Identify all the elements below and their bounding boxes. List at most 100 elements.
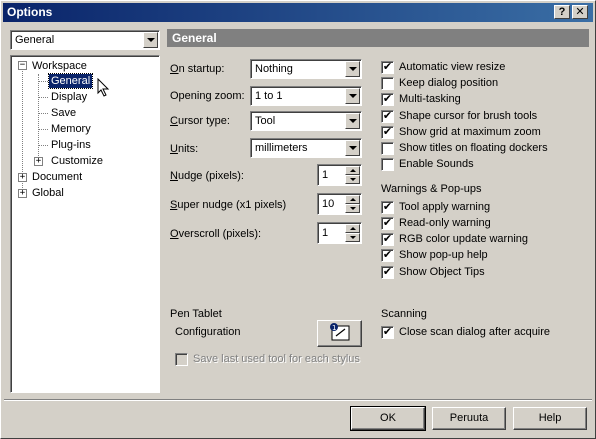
help-button[interactable]: Help: [513, 407, 587, 430]
tree-line: [38, 97, 48, 98]
keep-dialog-position-label: Keep dialog position: [399, 77, 499, 89]
save-stylus-checkbox: [175, 353, 188, 366]
units-label: Units:: [170, 143, 199, 155]
mouse-cursor-icon: [97, 78, 110, 97]
super-nudge-value: 10: [322, 198, 335, 210]
popup-help-label: Show pop-up help: [399, 249, 488, 261]
nudge-spinner[interactable]: 1: [317, 164, 362, 186]
read-only-warning-label: Read-only warning: [399, 217, 491, 229]
tree-item-customize[interactable]: Customize: [51, 154, 103, 168]
show-grid-checkbox[interactable]: ✔: [381, 126, 394, 139]
overscroll-value: 1: [322, 227, 329, 239]
overscroll-spinner[interactable]: 1: [317, 222, 362, 244]
category-dropdown[interactable]: General: [10, 30, 160, 50]
multi-tasking-checkbox[interactable]: ✔: [381, 93, 394, 106]
title-bar: Options ? ✕: [3, 3, 593, 22]
category-dropdown-value: General: [15, 34, 55, 46]
multi-tasking-label: Multi-tasking: [399, 93, 461, 105]
tree-line: [38, 145, 48, 146]
expand-icon[interactable]: +: [18, 173, 27, 182]
separator: [4, 399, 592, 401]
cursor-type-label: Cursor type:: [170, 115, 230, 127]
svg-text:1: 1: [332, 324, 336, 332]
show-titles-label: Show titles on floating dockers: [399, 142, 548, 154]
cursor-type-value: Tool: [255, 115, 276, 127]
rgb-warning-label: RGB color update warning: [399, 233, 529, 245]
spin-up-icon[interactable]: [345, 166, 360, 175]
nudge-value: 1: [322, 169, 329, 181]
scanning-heading: Scanning: [381, 308, 427, 320]
tree-item-display[interactable]: Display: [51, 90, 87, 104]
on-startup-label: On startup:: [170, 63, 225, 75]
object-tips-label: Show Object Tips: [399, 266, 485, 278]
tree-item-plugins[interactable]: Plug-ins: [51, 138, 91, 152]
object-tips-checkbox[interactable]: ✔: [381, 266, 394, 279]
close-title-button[interactable]: ✕: [572, 5, 588, 19]
expand-icon[interactable]: +: [34, 157, 43, 166]
shape-cursor-label: Shape cursor for brush tools: [399, 110, 538, 122]
overscroll-label: Overscroll (pixels):: [170, 228, 262, 240]
window-title: Options: [7, 5, 53, 19]
show-titles-checkbox[interactable]: [381, 142, 394, 155]
pen-tablet-heading: Pen Tablet: [170, 308, 222, 320]
tree-line: [38, 81, 48, 82]
rgb-warning-checkbox[interactable]: ✔: [381, 233, 394, 246]
automatic-view-resize-label: Automatic view resize: [399, 61, 506, 73]
spin-up-icon[interactable]: [345, 195, 360, 204]
units-value: millimeters: [255, 142, 308, 154]
tree-item-memory[interactable]: Memory: [51, 122, 91, 136]
ok-button[interactable]: OK: [350, 406, 426, 431]
automatic-view-resize-checkbox[interactable]: ✔: [381, 61, 394, 74]
opening-zoom-dropdown[interactable]: 1 to 1: [250, 86, 362, 106]
on-startup-value: Nothing: [255, 63, 293, 75]
opening-zoom-label: Opening zoom:: [170, 90, 245, 102]
cursor-type-dropdown[interactable]: Tool: [250, 111, 362, 131]
super-nudge-label: Super nudge (x1 pixels): [170, 199, 287, 211]
expand-icon[interactable]: +: [18, 189, 27, 198]
opening-zoom-value: 1 to 1: [255, 90, 283, 102]
tool-apply-warning-checkbox[interactable]: ✔: [381, 201, 394, 214]
shape-cursor-checkbox[interactable]: ✔: [381, 110, 394, 123]
spin-up-icon[interactable]: [345, 224, 360, 233]
chevron-down-icon[interactable]: [143, 32, 158, 48]
nudge-label: Nudge (pixels):: [170, 170, 244, 182]
options-tree[interactable]: − Workspace General Display Save Memory …: [10, 55, 160, 393]
tree-line: [38, 113, 48, 114]
tree-item-workspace[interactable]: Workspace: [32, 59, 87, 73]
collapse-icon[interactable]: −: [18, 61, 27, 70]
close-scan-checkbox[interactable]: ✔: [381, 326, 394, 339]
save-stylus-label: Save last used tool for each stylus: [193, 353, 360, 365]
close-scan-label: Close scan dialog after acquire: [399, 326, 551, 338]
panel-header: General: [167, 29, 589, 47]
keep-dialog-position-checkbox[interactable]: [381, 77, 394, 90]
tree-item-save[interactable]: Save: [51, 106, 76, 120]
panel-title: General: [172, 31, 217, 45]
spin-down-icon[interactable]: [345, 175, 360, 184]
tree-item-document[interactable]: Document: [32, 170, 82, 184]
tree-line: [38, 129, 48, 130]
pen-tablet-icon: 1: [330, 323, 350, 341]
super-nudge-spinner[interactable]: 10: [317, 193, 362, 215]
enable-sounds-label: Enable Sounds: [399, 158, 474, 170]
warnings-heading: Warnings & Pop-ups: [381, 183, 482, 195]
help-title-button[interactable]: ?: [554, 5, 570, 19]
show-grid-label: Show grid at maximum zoom: [399, 126, 541, 138]
tree-item-general[interactable]: General: [47, 73, 94, 89]
tool-apply-warning-label: Tool apply warning: [399, 201, 491, 213]
popup-help-checkbox[interactable]: ✔: [381, 249, 394, 262]
configuration-label: Configuration: [175, 326, 241, 338]
chevron-down-icon[interactable]: [345, 88, 360, 104]
spin-down-icon[interactable]: [345, 233, 360, 242]
enable-sounds-checkbox[interactable]: [381, 158, 394, 171]
tree-item-global[interactable]: Global: [32, 186, 64, 200]
chevron-down-icon[interactable]: [345, 140, 360, 156]
chevron-down-icon[interactable]: [345, 113, 360, 129]
on-startup-dropdown[interactable]: Nothing: [250, 59, 362, 79]
chevron-down-icon[interactable]: [345, 61, 360, 77]
cancel-button[interactable]: Peruuta: [432, 407, 506, 430]
units-dropdown[interactable]: millimeters: [250, 138, 362, 158]
read-only-warning-checkbox[interactable]: ✔: [381, 217, 394, 230]
spin-down-icon[interactable]: [345, 204, 360, 213]
configuration-button[interactable]: 1: [317, 320, 362, 347]
options-dialog: Options ? ✕ General − Workspace General …: [0, 0, 596, 439]
